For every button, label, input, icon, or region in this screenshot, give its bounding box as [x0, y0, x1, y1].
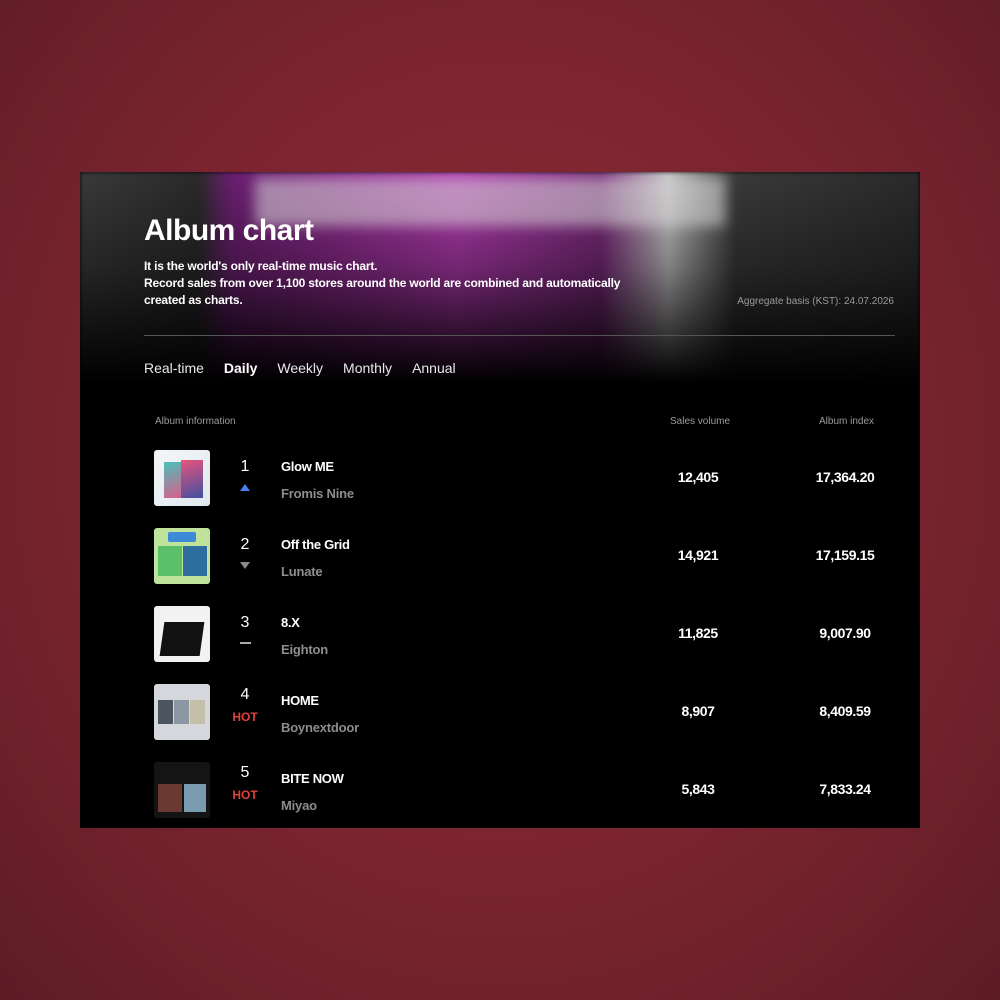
column-header-album-index: Album index	[819, 416, 875, 427]
album-index: 9,007.90	[819, 625, 871, 641]
rank-change	[230, 558, 260, 572]
table-row[interactable]: 5 HOT BITE NOW Miyao 5,843 7,833.24	[80, 762, 920, 828]
tab-monthly[interactable]: Monthly	[343, 360, 392, 376]
table-row[interactable]: 1 Glow ME Fromis Nine 12,405 17,364.20	[80, 450, 920, 528]
chart-description: It is the world's only real-time music c…	[144, 258, 664, 309]
hot-badge: HOT	[232, 710, 258, 724]
rank-number: 3	[240, 614, 250, 631]
column-header-album-info: Album information	[155, 416, 236, 427]
column-header-sales-volume: Sales volume	[670, 416, 731, 427]
description-line-2: Record sales from over 1,100 stores arou…	[144, 276, 621, 307]
rank-number: 1	[240, 458, 250, 475]
rank-number: 5	[240, 764, 250, 781]
description-line-1: It is the world's only real-time music c…	[144, 259, 378, 273]
artist-name[interactable]: Miyao	[281, 798, 317, 813]
no-change-icon	[239, 642, 251, 644]
aggregate-basis: Aggregate basis (KST): 24.07.2026	[737, 296, 894, 307]
rank-change	[230, 480, 260, 494]
album-cover[interactable]	[154, 528, 210, 584]
sales-volume: 12,405	[677, 469, 719, 485]
album-chart-panel: Album chart It is the world's only real-…	[80, 172, 920, 828]
album-title[interactable]: BITE NOW	[281, 771, 344, 786]
tab-annual[interactable]: Annual	[412, 360, 456, 376]
album-index: 17,159.15	[815, 547, 875, 563]
rank-number: 2	[240, 536, 250, 553]
sales-volume: 5,843	[681, 781, 715, 797]
rank-number: 4	[240, 686, 250, 703]
hot-badge: HOT	[232, 788, 258, 802]
artist-name[interactable]: Fromis Nine	[281, 486, 354, 501]
rank-change: HOT	[230, 710, 260, 724]
artist-name[interactable]: Lunate	[281, 564, 323, 579]
table-row[interactable]: 2 Off the Grid Lunate 14,921 17,159.15	[80, 528, 920, 606]
rank-change	[230, 636, 260, 650]
album-cover[interactable]	[154, 606, 210, 662]
divider	[144, 335, 895, 336]
album-title[interactable]: Glow ME	[281, 459, 334, 474]
album-title[interactable]: HOME	[281, 693, 319, 708]
tab-daily[interactable]: Daily	[224, 360, 257, 376]
arrow-down-icon	[240, 561, 250, 569]
sales-volume: 14,921	[677, 547, 719, 563]
album-cover[interactable]	[154, 450, 210, 506]
arrow-up-icon	[240, 483, 250, 491]
artist-name[interactable]: Boynextdoor	[281, 720, 359, 735]
table-row[interactable]: 3 8.X Eighton 11,825 9,007.90	[80, 606, 920, 684]
album-index: 17,364.20	[815, 469, 875, 485]
table-row[interactable]: 4 HOT HOME Boynextdoor 8,907 8,409.59	[80, 684, 920, 762]
album-cover[interactable]	[154, 684, 210, 740]
album-title[interactable]: 8.X	[281, 615, 300, 630]
sales-volume: 8,907	[681, 703, 715, 719]
period-tabs: Real-time Daily Weekly Monthly Annual	[144, 360, 456, 376]
artist-name[interactable]: Eighton	[281, 642, 328, 657]
album-title[interactable]: Off the Grid	[281, 537, 350, 552]
tab-real-time[interactable]: Real-time	[144, 360, 204, 376]
sales-volume: 11,825	[678, 625, 718, 641]
album-index: 7,833.24	[819, 781, 871, 797]
album-cover[interactable]	[154, 762, 210, 818]
album-index: 8,409.59	[819, 703, 871, 719]
rank-change: HOT	[230, 788, 260, 802]
tab-weekly[interactable]: Weekly	[277, 360, 323, 376]
page-title: Album chart	[144, 214, 314, 247]
